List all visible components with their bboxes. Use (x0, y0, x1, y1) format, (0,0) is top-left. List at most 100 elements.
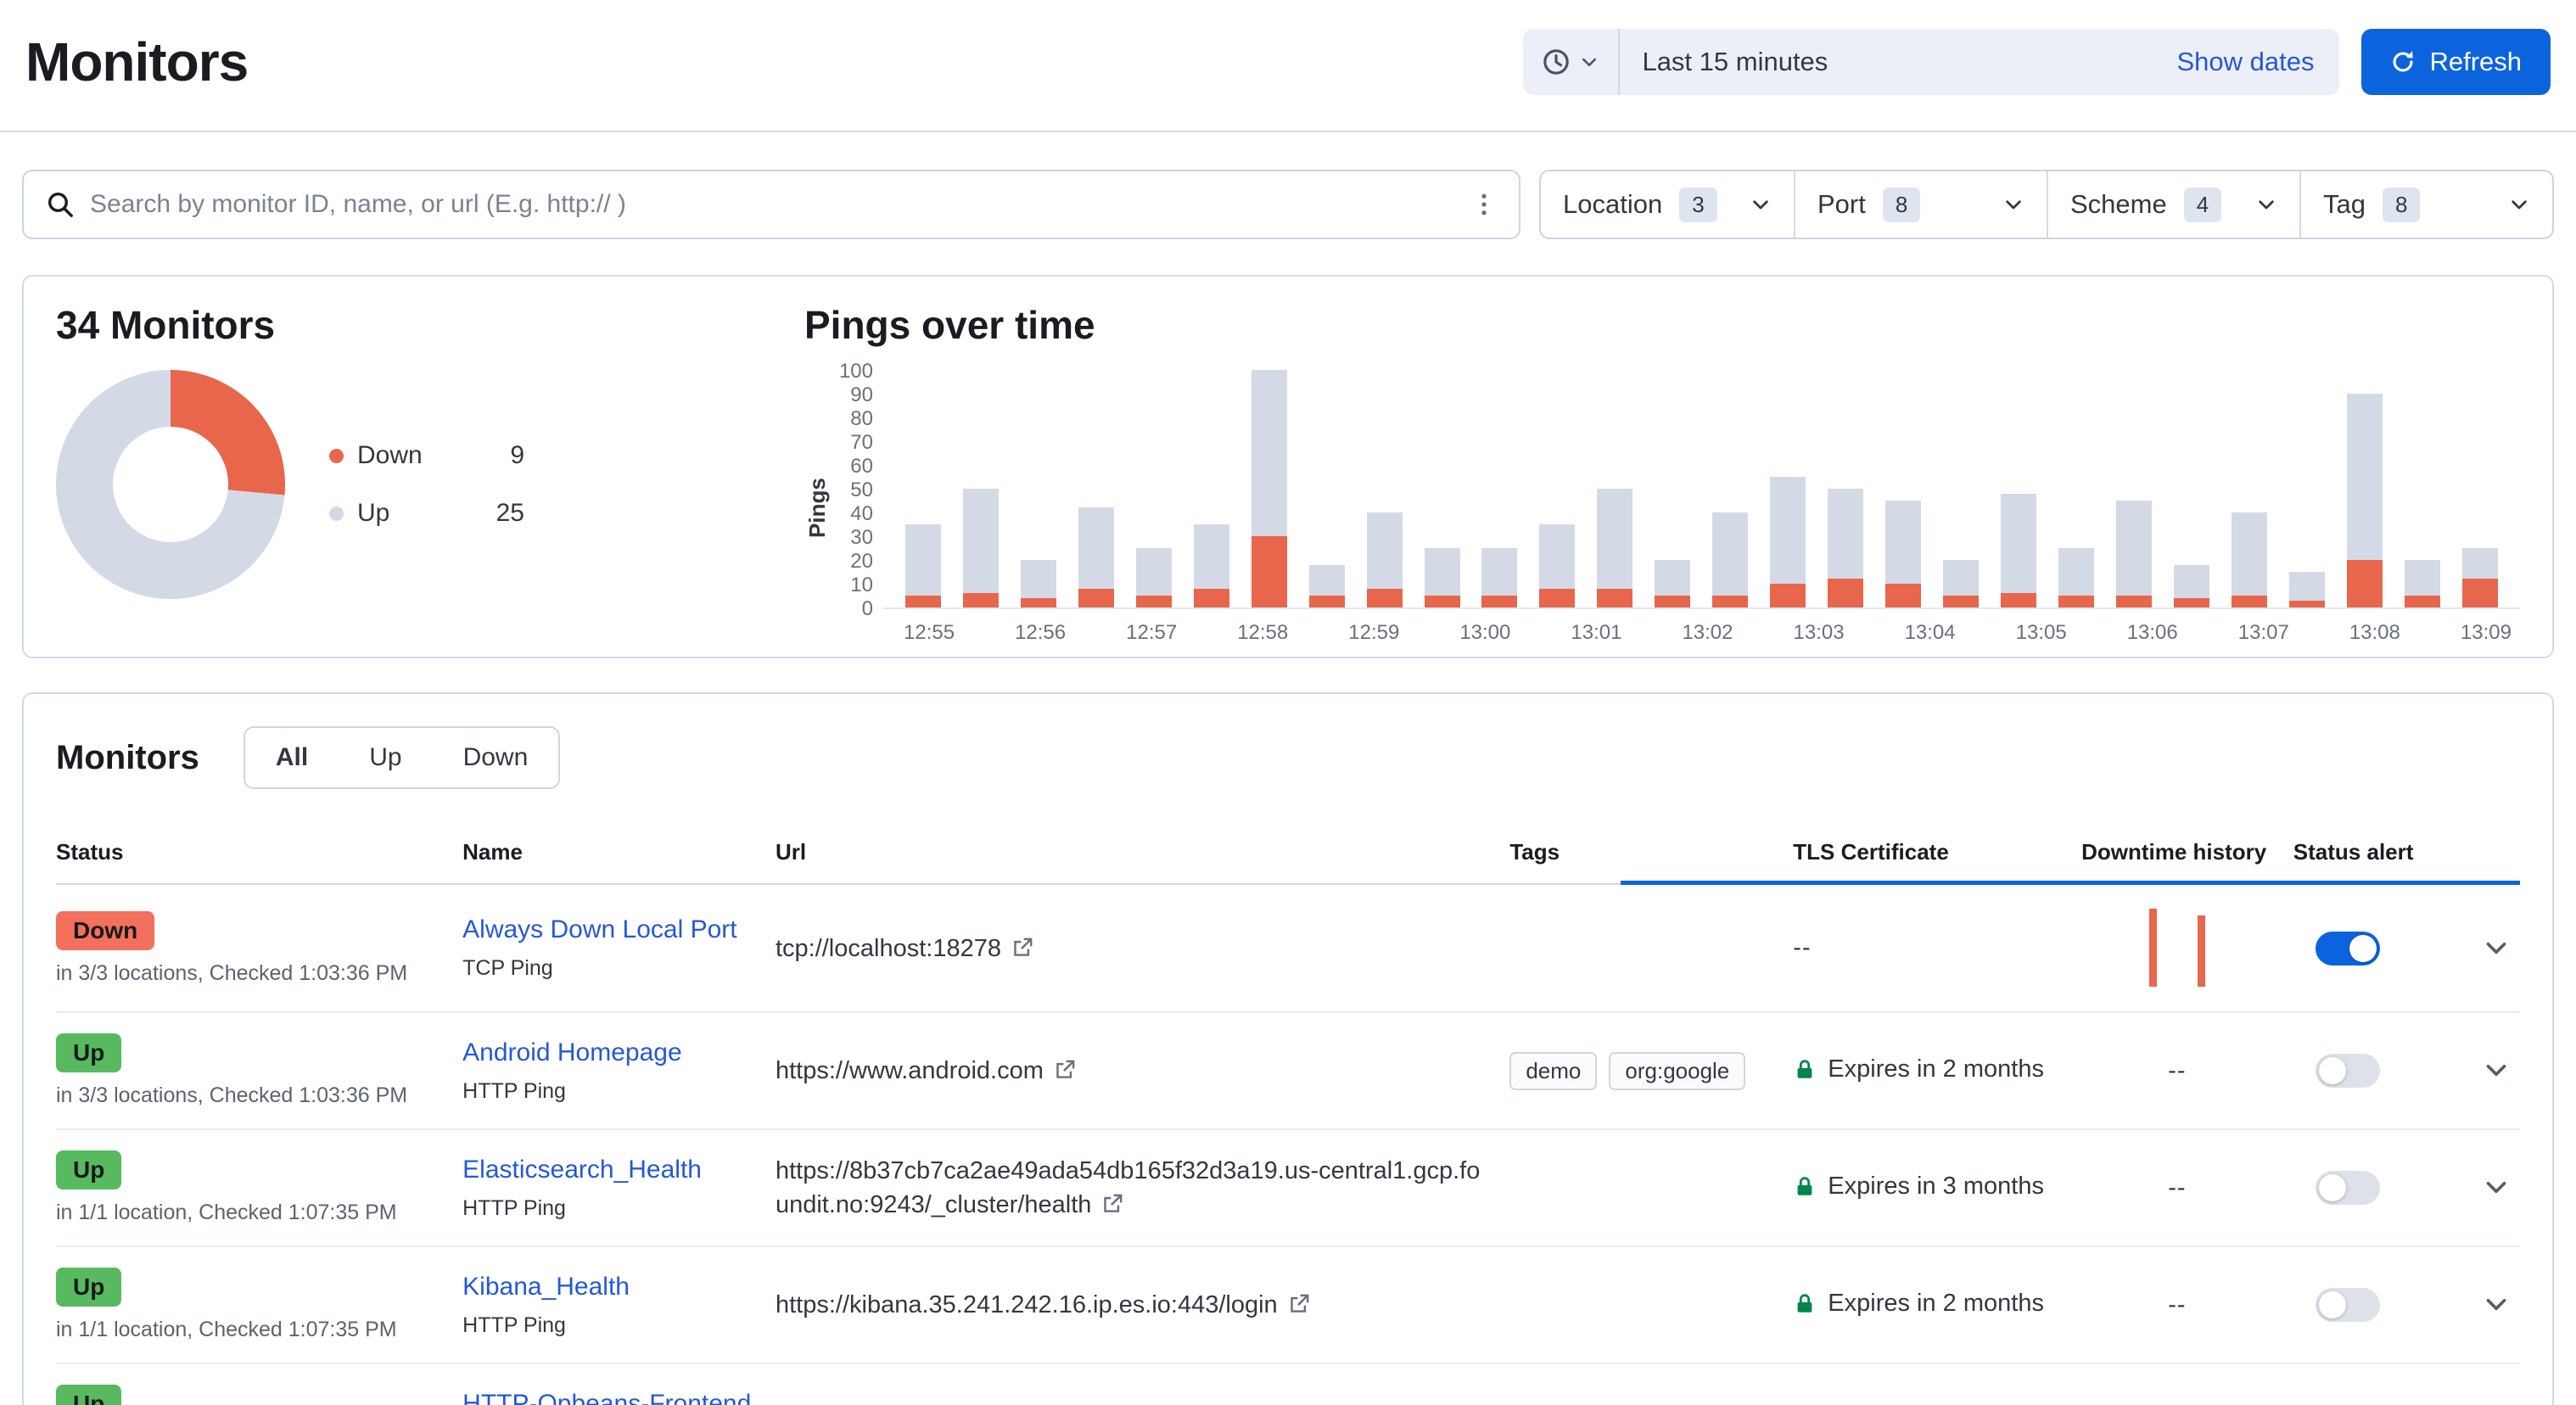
monitor-name-link[interactable]: Kibana_Health (462, 1273, 630, 1301)
ping-bar (1885, 501, 1921, 607)
monitors-list-title: Monitors (56, 739, 199, 777)
status-alert-toggle[interactable] (2316, 1288, 2380, 1322)
tag-badge[interactable]: org:google (1609, 1052, 1745, 1090)
expand-row-button[interactable] (2478, 1169, 2515, 1206)
downtime-empty: -- (2168, 1174, 2186, 1201)
x-tick-label: 12:59 (1348, 621, 1399, 645)
chevron-down-icon (2482, 1290, 2511, 1318)
status-badge: Up (56, 1385, 121, 1405)
y-tick-label: 60 (850, 456, 873, 478)
external-link-icon (1011, 937, 1033, 959)
chevron-down-icon (1750, 193, 1772, 216)
status-badge: Down (56, 911, 154, 950)
legend-item-down[interactable]: Down9 (329, 441, 524, 470)
tls-expiry: Expires in 2 months (1828, 1290, 2044, 1318)
time-range-button[interactable]: Last 15 minutes (1620, 47, 2151, 77)
filter-label: Scheme (2070, 189, 2167, 220)
y-tick-label: 50 (850, 479, 873, 501)
y-tick-label: 20 (850, 551, 873, 573)
downtime-empty: -- (2168, 1057, 2186, 1084)
ping-bar (2405, 560, 2440, 607)
table-loading-bar (1621, 881, 2520, 885)
x-axis: 12:5512:5612:5712:5812:5913:0013:0113:02… (883, 621, 2520, 645)
column-header-tags: Tags (1509, 821, 1793, 884)
search-box (22, 170, 1520, 239)
monitor-name-link[interactable]: Always Down Local Port (462, 915, 736, 943)
monitor-type: HTTP Ping (462, 1313, 755, 1338)
external-link-icon (1101, 1193, 1123, 1215)
status-alert-toggle[interactable] (2316, 1054, 2380, 1088)
downtime-empty: -- (2168, 1291, 2186, 1318)
column-header-status: Status (56, 821, 462, 884)
monitor-url: tcp://localhost:18278 (776, 935, 1001, 962)
filter-scheme[interactable]: Scheme4 (2047, 171, 2299, 238)
x-tick-label: 13:04 (1905, 621, 1956, 645)
filter-tab-up[interactable]: Up (339, 728, 432, 787)
plot-area (883, 372, 2520, 609)
legend-item-up[interactable]: Up25 (329, 499, 524, 528)
monitor-name-link[interactable]: Elasticsearch_Health (462, 1156, 702, 1184)
filter-tag[interactable]: Tag8 (2299, 171, 2552, 238)
monitor-url-link[interactable]: https://www.android.com (776, 1057, 1076, 1084)
pings-over-time-chart: Pings 0102030405060708090100 12:5512:561… (804, 372, 2520, 645)
x-tick-label: 13:01 (1571, 621, 1621, 645)
chevron-down-icon (2482, 1055, 2511, 1084)
search-input[interactable] (90, 190, 1456, 219)
column-header-downtime-history: Downtime history (2081, 821, 2293, 884)
ping-bar (1481, 548, 1517, 607)
y-tick-label: 80 (850, 408, 873, 430)
expand-row-button[interactable] (2478, 1052, 2515, 1089)
quick-select-button[interactable] (1523, 29, 1620, 95)
filter-tab-all[interactable]: All (245, 728, 339, 787)
monitor-url: https://kibana.35.241.242.16.ip.es.io:44… (776, 1291, 1278, 1318)
show-dates-button[interactable]: Show dates (2151, 47, 2339, 77)
expand-row-button[interactable] (2478, 930, 2515, 967)
y-tick-label: 10 (850, 574, 873, 596)
expand-row-button[interactable] (2478, 1286, 2515, 1324)
ping-bar (1136, 548, 1172, 607)
tls-empty: -- (1793, 934, 1811, 961)
monitor-url-link[interactable]: tcp://localhost:18278 (776, 935, 1033, 962)
ping-bar (1252, 370, 1287, 607)
page-header: Monitors Last 15 minutes Show dates Refr… (22, 0, 2554, 131)
clock-icon (1542, 48, 1571, 76)
ping-bar (1078, 507, 1114, 607)
monitor-name-link[interactable]: HTTP-Opbeans-Frontend (462, 1390, 751, 1405)
search-icon (46, 190, 75, 219)
chevron-down-icon (2002, 193, 2024, 216)
downtime-sparkline (2149, 905, 2205, 987)
refresh-button[interactable]: Refresh (2361, 29, 2551, 95)
monitor-name-link[interactable]: Android Homepage (462, 1038, 682, 1066)
external-link-icon (1054, 1059, 1076, 1081)
ping-bar (2116, 501, 2152, 607)
x-tick-label: 12:56 (1015, 621, 1066, 645)
x-tick-label: 13:06 (2127, 621, 2178, 645)
filter-location[interactable]: Location 3 (1541, 171, 1794, 238)
status-alert-toggle[interactable] (2316, 932, 2380, 966)
status-alert-toggle[interactable] (2316, 1171, 2380, 1205)
ping-bar (1194, 524, 1229, 607)
status-badge: Up (56, 1150, 121, 1189)
pings-chart-title: Pings over time (804, 302, 2520, 348)
y-tick-label: 90 (850, 384, 873, 406)
ping-bar (1712, 512, 1748, 607)
filter-tab-down[interactable]: Down (433, 728, 559, 787)
ping-bar (1021, 560, 1056, 607)
monitor-url-link[interactable]: https://8b37cb7ca2ae49ada54db165f32d3a19… (776, 1157, 1480, 1218)
filter-label: Location (1563, 189, 1662, 220)
legend-dot (329, 507, 344, 521)
toggle-knob (2319, 1057, 2346, 1084)
header-divider (0, 131, 2576, 132)
tag-badge[interactable]: demo (1509, 1052, 1597, 1090)
filter-port[interactable]: Port8 (1794, 171, 2047, 238)
status-badge: Up (56, 1268, 121, 1307)
toggle-knob (2319, 1174, 2346, 1201)
page-title: Monitors (25, 31, 248, 93)
lock-icon (1793, 1058, 1817, 1082)
filter-count-badge: 3 (1679, 188, 1716, 222)
monitor-type: HTTP Ping (462, 1079, 755, 1104)
legend-value: 9 (451, 441, 524, 470)
query-menu-icon[interactable] (1471, 192, 1497, 217)
monitor-url-link[interactable]: https://kibana.35.241.242.16.ip.es.io:44… (776, 1291, 1310, 1318)
lock-icon (1793, 1175, 1817, 1199)
